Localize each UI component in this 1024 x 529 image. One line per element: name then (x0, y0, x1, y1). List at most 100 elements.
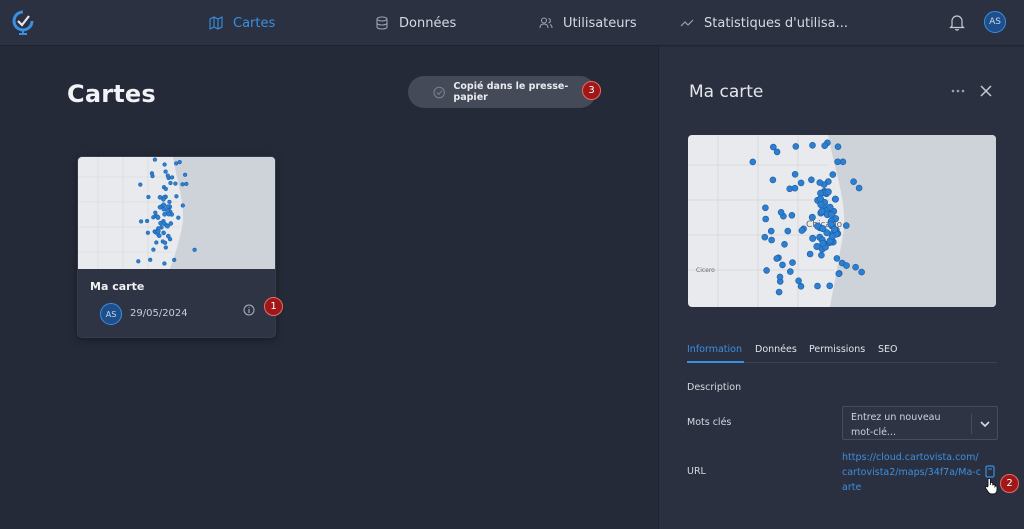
map-point (176, 215, 181, 220)
map-point (172, 257, 177, 263)
map-icon (209, 16, 223, 30)
map-point (843, 262, 850, 269)
map-point (850, 178, 857, 186)
map-preview: Chicago Cicero (688, 135, 996, 307)
panel-tabs: Information Données Permissions SEO (687, 337, 997, 363)
map-point (158, 220, 163, 226)
map-point (776, 273, 784, 281)
hand-cursor-icon (985, 477, 998, 495)
map-point (829, 171, 837, 178)
map-point (767, 227, 775, 235)
chevron-down-icon[interactable] (978, 417, 992, 431)
map-point (791, 184, 799, 192)
map-point (174, 161, 179, 166)
map-point (798, 227, 806, 234)
map-point (146, 194, 151, 200)
nav-label: Utilisateurs (563, 15, 637, 31)
map-point (773, 255, 781, 262)
stats-icon (680, 19, 694, 27)
map-point (858, 268, 865, 276)
map-url-link[interactable]: https://cloud.cartovista.com/cartovista2… (842, 450, 982, 495)
map-point (819, 225, 827, 233)
map-point (792, 143, 800, 150)
nav-label: Données (399, 15, 457, 31)
tab-donnees[interactable]: Données (755, 344, 797, 355)
map-point (768, 236, 775, 244)
map-point (162, 261, 167, 266)
map-point (789, 259, 796, 266)
map-point (169, 175, 175, 180)
map-point (180, 182, 185, 187)
map-point (834, 143, 842, 150)
map-point (779, 261, 786, 269)
map-point (138, 182, 143, 187)
notification-bell-icon[interactable] (948, 13, 966, 31)
tab-seo[interactable]: SEO (878, 344, 898, 355)
description-label: Description (687, 382, 742, 393)
map-point (821, 142, 828, 149)
map-point (161, 230, 166, 236)
panel-title: Ma carte (689, 82, 764, 102)
map-point (163, 169, 168, 174)
map-point (797, 283, 805, 290)
nav-label: Cartes (233, 15, 276, 31)
map-point (162, 240, 168, 245)
map-point (797, 179, 805, 187)
map-point (155, 215, 161, 220)
map-point (762, 215, 769, 223)
nav-item-utilisateurs[interactable]: Utilisateurs (539, 0, 637, 46)
map-thumbnail (78, 157, 275, 269)
map-point (819, 239, 827, 247)
map-point (775, 288, 783, 296)
page-title: Cartes (67, 80, 156, 108)
map-point (157, 204, 163, 210)
card-date: 29/05/2024 (130, 308, 188, 319)
close-icon[interactable] (978, 83, 994, 99)
more-options-icon[interactable] (950, 83, 966, 99)
map-point (165, 233, 171, 239)
keywords-input[interactable]: Entrez un nouveau mot-clé... (842, 406, 998, 440)
map-point (144, 218, 150, 224)
map-point (813, 243, 821, 251)
map-point (827, 220, 835, 228)
map-point (835, 270, 843, 277)
map-point (749, 158, 757, 166)
map-card[interactable]: Ma carte AS 29/05/2024 (77, 156, 276, 338)
map-point (180, 203, 185, 208)
map-point (184, 181, 189, 187)
map-point (763, 267, 770, 274)
map-point (843, 222, 850, 229)
user-avatar[interactable]: AS (984, 11, 1006, 33)
nav-item-donnees[interactable]: Données (375, 0, 456, 46)
map-point (770, 143, 777, 151)
map-point (833, 255, 841, 262)
keywords-label: Mots clés (687, 417, 732, 428)
map-point (827, 211, 835, 219)
map-point (816, 179, 824, 186)
nav-item-statistiques[interactable]: Statistiques d'utilisa... (680, 0, 848, 46)
card-title: Ma carte (90, 280, 145, 293)
map-point (138, 219, 144, 224)
tab-information[interactable]: Information (687, 344, 742, 355)
users-icon (539, 17, 553, 29)
tab-permissions[interactable]: Permissions (809, 344, 865, 355)
nav-item-cartes[interactable]: Cartes (209, 0, 275, 46)
cartovista-logo-icon[interactable] (10, 9, 36, 35)
database-icon (376, 16, 388, 30)
map-point (165, 223, 170, 229)
map-point (163, 245, 168, 250)
divider (971, 414, 972, 434)
map-point (162, 211, 167, 217)
map-point (817, 201, 825, 209)
map-point (781, 241, 788, 248)
map-point (852, 263, 859, 271)
map-point (834, 158, 841, 166)
map-point (828, 232, 836, 240)
map-point (761, 233, 769, 241)
map-point (136, 259, 141, 264)
owner-avatar: AS (100, 303, 122, 325)
map-point (192, 247, 197, 252)
map-point (762, 204, 769, 212)
check-circle-icon (433, 86, 445, 98)
info-icon[interactable] (243, 304, 255, 316)
